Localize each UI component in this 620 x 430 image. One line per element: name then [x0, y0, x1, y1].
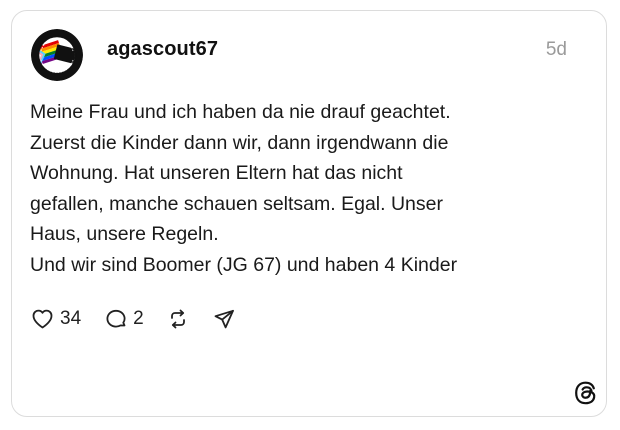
username[interactable]: agascout67	[107, 38, 218, 61]
like-button[interactable]: 34	[30, 307, 81, 331]
repost-button[interactable]	[166, 307, 190, 331]
post-timestamp: 5d	[545, 39, 567, 60]
avatar[interactable]	[31, 29, 83, 81]
reply-count: 2	[133, 308, 144, 329]
post-line: Meine Frau und ich haben da nie drauf ge…	[30, 101, 451, 123]
heart-icon	[32, 309, 53, 329]
post-line: Wohnung. Hat unseren Eltern hat das nich…	[30, 162, 403, 184]
repost-arrows-icon	[170, 309, 185, 329]
post-line: Zuerst die Kinder dann wir, dann irgendw…	[30, 131, 449, 154]
post-body: Meine Frau und ich haben da nie drauf ge…	[30, 97, 570, 280]
antifa-flag-avatar-icon	[31, 29, 83, 81]
send-paper-plane-icon	[214, 309, 234, 329]
threads-logo-svg	[575, 381, 596, 405]
post-line: Und wir sind Boomer (JG 67) und haben 4 …	[30, 253, 458, 276]
comment-bubble-icon	[106, 309, 126, 328]
like-count: 34	[60, 308, 82, 329]
share-button[interactable]	[212, 307, 236, 331]
threads-logo-icon[interactable]	[573, 380, 597, 406]
post-line: gefallen, manche schauen seltsam. Egal. …	[30, 192, 443, 215]
post-actions: 34 2	[30, 304, 236, 334]
post-line: Haus, unsere Regeln.	[30, 223, 219, 245]
reply-button[interactable]: 2	[104, 307, 144, 331]
